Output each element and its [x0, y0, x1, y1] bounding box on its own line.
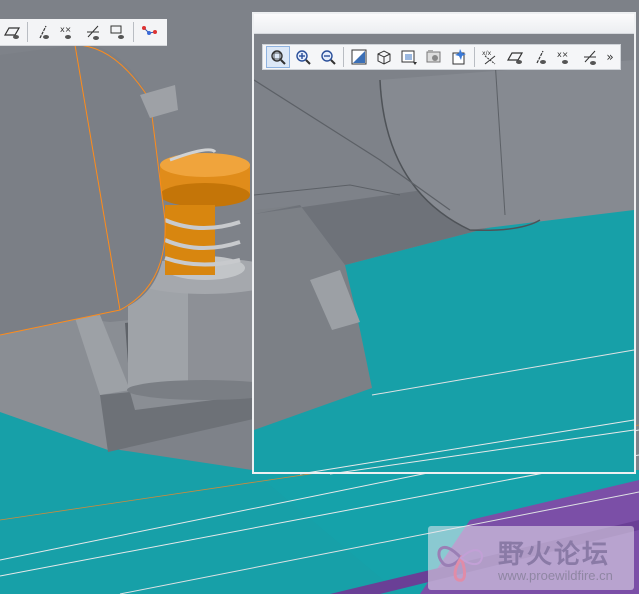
watermark-url: www.proewildfire.cn: [498, 568, 613, 583]
view-manager-icon: [426, 50, 441, 63]
forum-watermark: 野火论坛 www.proewildfire.cn: [428, 526, 634, 590]
zoom-in-icon: [296, 50, 311, 65]
datum-plane-display-button[interactable]: [0, 21, 24, 43]
datum-display-filter-icon: x/x: [482, 50, 496, 65]
toolbar-separator: [27, 22, 28, 42]
display-style-icon: [377, 50, 391, 65]
zoom-datum-axis-display-button[interactable]: [528, 46, 552, 68]
zoom-to-fit-button[interactable]: [266, 46, 290, 68]
point-display-icon: x×: [557, 50, 568, 64]
appearance-icon: [452, 49, 466, 65]
toolbar-separator: [133, 22, 134, 42]
zoom-window-toolbar: x/x x× »: [262, 44, 621, 70]
annotation-display-icon: [110, 25, 124, 39]
zoom-point-display-button[interactable]: x×: [553, 46, 577, 68]
csys-display-icon: [584, 50, 596, 65]
repaint-button[interactable]: [347, 46, 371, 68]
spin-center-button[interactable]: [137, 21, 161, 43]
saved-views-button[interactable]: [397, 46, 421, 68]
display-style-button[interactable]: [372, 46, 396, 68]
datum-plane-display-icon: [3, 27, 21, 39]
appearance-button[interactable]: [447, 46, 471, 68]
toolbar-more-button[interactable]: »: [603, 50, 617, 64]
toolbar-separator: [474, 47, 475, 67]
svg-text:x×: x×: [60, 25, 71, 34]
zoom-csys-display-button[interactable]: [578, 46, 602, 68]
svg-text:x/x: x/x: [482, 50, 492, 57]
zoom-window-titlebar[interactable]: [254, 14, 634, 34]
saved-views-icon: [401, 50, 417, 65]
point-display-button[interactable]: x×: [56, 21, 80, 43]
svg-text:x×: x×: [557, 50, 568, 59]
datum-axis-display-icon: [536, 50, 546, 64]
watermark-title: 野火论坛: [498, 540, 611, 570]
datum-display-filter-button[interactable]: x/x: [478, 46, 502, 68]
annotation-display-button[interactable]: [106, 21, 130, 43]
zoom-out-icon: [321, 50, 336, 65]
zoom-out-button[interactable]: [316, 46, 340, 68]
datum-axis-display-icon: [39, 25, 49, 39]
spin-center-icon: [142, 26, 157, 35]
butterfly-logo-icon: [437, 545, 483, 582]
point-display-icon: x×: [60, 25, 71, 39]
zoom-in-button[interactable]: [291, 46, 315, 68]
zoom-to-fit-icon: [271, 50, 286, 65]
datum-plane-display-icon: [506, 52, 524, 64]
toolbar-separator: [343, 47, 344, 67]
main-toolbar: x×: [0, 19, 167, 46]
csys-display-button[interactable]: [81, 21, 105, 43]
csys-display-icon: [87, 25, 99, 40]
zoom-datum-plane-display-button[interactable]: [503, 46, 527, 68]
repaint-icon: [351, 49, 367, 65]
zoom-window[interactable]: [252, 12, 636, 474]
datum-axis-display-button[interactable]: [31, 21, 55, 43]
view-manager-button[interactable]: [422, 46, 446, 68]
